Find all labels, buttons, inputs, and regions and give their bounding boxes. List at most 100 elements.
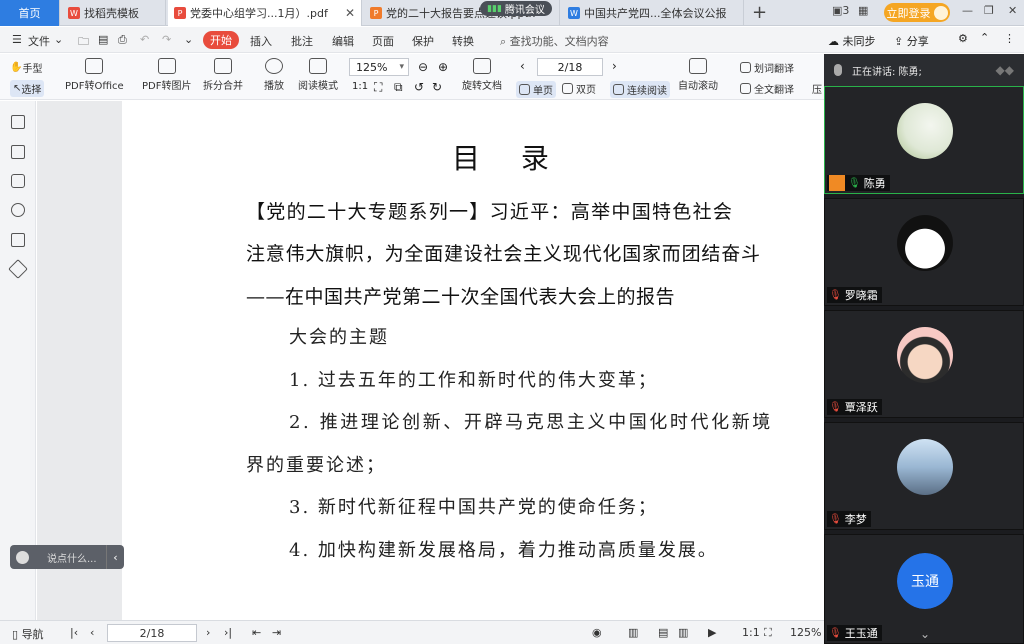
- auto-scroll-button[interactable]: 自动滚动: [678, 58, 718, 92]
- first-page-icon[interactable]: |‹: [70, 626, 78, 639]
- zoom-out-icon[interactable]: ⊖: [418, 60, 428, 74]
- document-viewport[interactable]: 目 录 【党的二十大专题系列一】习近平：高举中国特色社会 注意伟大旗帜，为全面建…: [37, 101, 824, 620]
- tencent-meeting-logo: ◆◆: [995, 63, 1014, 77]
- grid-icon[interactable]: ▦: [858, 4, 868, 17]
- menu-start[interactable]: 开始: [203, 31, 239, 49]
- eye-protect-icon[interactable]: ◉: [592, 626, 602, 639]
- word-translate-button[interactable]: 划词翻译: [740, 60, 794, 75]
- forward-icon[interactable]: ⇥: [272, 626, 281, 639]
- last-page-icon[interactable]: ›|: [224, 626, 232, 639]
- participant-tile[interactable]: 🎙 李梦: [824, 422, 1024, 530]
- close-window-icon[interactable]: ✕: [1008, 4, 1017, 17]
- more-chevron-icon[interactable]: ⌄: [184, 33, 193, 46]
- bookmark-icon[interactable]: [11, 115, 25, 129]
- participant-tile[interactable]: 🎙 罗晓霜: [824, 198, 1024, 306]
- continuous-view-icon[interactable]: ▥: [628, 626, 638, 639]
- play-status-icon[interactable]: ▶: [708, 626, 716, 639]
- participant-tile[interactable]: 🎙 覃泽跃: [824, 310, 1024, 418]
- rotate-right-icon[interactable]: ↻: [432, 80, 442, 94]
- maximize-icon[interactable]: ❐: [984, 4, 994, 17]
- thumbnail-icon[interactable]: [11, 145, 25, 159]
- new-tab-icon[interactable]: +: [752, 2, 767, 23]
- status-zoom[interactable]: 125%: [790, 626, 821, 639]
- open-folder-icon[interactable]: 🗀: [78, 33, 89, 52]
- actual-size-icon[interactable]: 1:1: [352, 81, 368, 92]
- status-page-input[interactable]: 2/18: [107, 624, 197, 642]
- double-page-button[interactable]: 双页: [562, 81, 596, 96]
- tab-word[interactable]: W 中国共产党四...全体会议公报: [562, 0, 744, 26]
- layers-icon[interactable]: [8, 259, 28, 279]
- tab-home[interactable]: 首页: [0, 0, 60, 26]
- back-icon[interactable]: ⇤: [252, 626, 261, 639]
- minimize-icon[interactable]: —: [962, 4, 973, 17]
- settings-icon[interactable]: ⚙: [958, 32, 968, 45]
- fit-width-icon[interactable]: ⧉: [394, 80, 403, 95]
- participant-avatar: 玉通: [897, 553, 953, 609]
- page-number-input[interactable]: 2/18: [537, 58, 603, 76]
- navigation-button[interactable]: ▯ 导航: [12, 626, 44, 642]
- tab-pdf-active[interactable]: P 党委中心组学习...1月）.pdf ✕: [168, 0, 362, 26]
- undo-icon[interactable]: ↶: [140, 33, 149, 46]
- mic-icon[interactable]: [834, 64, 842, 76]
- single-page-button[interactable]: 单页: [516, 81, 556, 98]
- pdf-to-office-button[interactable]: PDF转Office: [65, 58, 124, 92]
- compress-button[interactable]: 压: [812, 81, 822, 96]
- read-mode-button[interactable]: 阅读模式: [298, 58, 338, 92]
- tencent-meeting-indicator[interactable]: ▮▮▮ 腾讯会议: [480, 1, 552, 16]
- menu-file[interactable]: 文件: [28, 33, 50, 49]
- menu-convert[interactable]: 转换: [452, 33, 474, 49]
- zoom-in-icon[interactable]: ⊕: [438, 60, 448, 74]
- menu-page[interactable]: 页面: [372, 33, 394, 49]
- search-icon: ⌕: [500, 35, 510, 48]
- signature-icon[interactable]: [11, 233, 25, 247]
- menu-protect[interactable]: 保护: [412, 33, 434, 49]
- fit-status-icon[interactable]: ⛶: [764, 626, 772, 640]
- split-merge-button[interactable]: 拆分合并: [203, 58, 243, 92]
- participant-tile[interactable]: 玉通 ⌄ 🎙 王玉通: [824, 534, 1024, 644]
- mic-muted-icon: 🎙: [829, 401, 842, 413]
- close-tab-icon[interactable]: ✕: [345, 6, 355, 20]
- comment-icon[interactable]: [11, 174, 25, 188]
- single-view-icon[interactable]: ▤: [658, 626, 668, 639]
- zoom-select[interactable]: 125%: [349, 58, 409, 76]
- share-button[interactable]: ⇪ 分享: [894, 33, 929, 49]
- prev-page-status-icon[interactable]: ‹: [90, 626, 94, 639]
- menu-insert[interactable]: 插入: [250, 33, 272, 49]
- login-button[interactable]: 立即登录: [884, 3, 950, 22]
- next-page-icon[interactable]: ›: [612, 59, 617, 73]
- tab-template[interactable]: W 找稻壳模板: [62, 0, 166, 26]
- pdf-page: 目 录 【党的二十大专题系列一】习近平：高举中国特色社会 注意伟大旗帜，为全面建…: [122, 101, 824, 620]
- window-layout-icon[interactable]: ▣3: [832, 4, 849, 17]
- double-view-icon[interactable]: ▥: [678, 626, 688, 639]
- actual-size-status-icon[interactable]: 1:1: [742, 626, 760, 639]
- next-page-status-icon[interactable]: ›: [206, 626, 210, 639]
- full-translate-button[interactable]: 全文翻译: [740, 81, 794, 96]
- hand-tool[interactable]: ✋ 手型: [10, 60, 42, 75]
- select-tool[interactable]: ↖ 选择: [10, 80, 45, 97]
- participant-tile[interactable]: 🎙 陈勇: [824, 86, 1024, 194]
- collapse-icon[interactable]: ⌃: [980, 31, 989, 44]
- fit-page-icon[interactable]: ⛶: [374, 80, 382, 95]
- pdf-to-image-button[interactable]: PDF转图片: [142, 58, 191, 92]
- hamburger-icon[interactable]: ☰: [12, 33, 22, 46]
- menu-comment[interactable]: 批注: [291, 33, 313, 49]
- play-button[interactable]: 播放: [264, 58, 284, 92]
- save-icon[interactable]: ▤: [98, 33, 108, 46]
- attachment-icon[interactable]: [11, 203, 25, 217]
- chat-input[interactable]: 说点什么... ‹: [10, 545, 124, 569]
- cloud-sync-button[interactable]: ☁ 未同步: [828, 33, 876, 49]
- continuous-read-button[interactable]: 连续阅读: [610, 81, 670, 98]
- redo-icon[interactable]: ↷: [162, 33, 171, 46]
- rotate-left-icon[interactable]: ↺: [414, 80, 424, 94]
- pdf-to-office-icon: [85, 58, 104, 74]
- full-translate-label: 全文翻译: [754, 85, 794, 96]
- prev-page-icon[interactable]: ‹: [520, 59, 525, 73]
- more-icon[interactable]: ⋮: [1004, 32, 1015, 45]
- chevron-down-icon[interactable]: ⌄: [54, 33, 63, 46]
- search-field[interactable]: ⌕ 查找功能、文档内容: [500, 33, 609, 49]
- chevron-left-icon[interactable]: ‹: [106, 545, 124, 569]
- menu-edit[interactable]: 编辑: [332, 33, 354, 49]
- print-icon[interactable]: ⎙: [118, 33, 127, 47]
- emoji-icon[interactable]: [16, 550, 29, 564]
- rotate-document-button[interactable]: 旋转文档: [462, 58, 502, 92]
